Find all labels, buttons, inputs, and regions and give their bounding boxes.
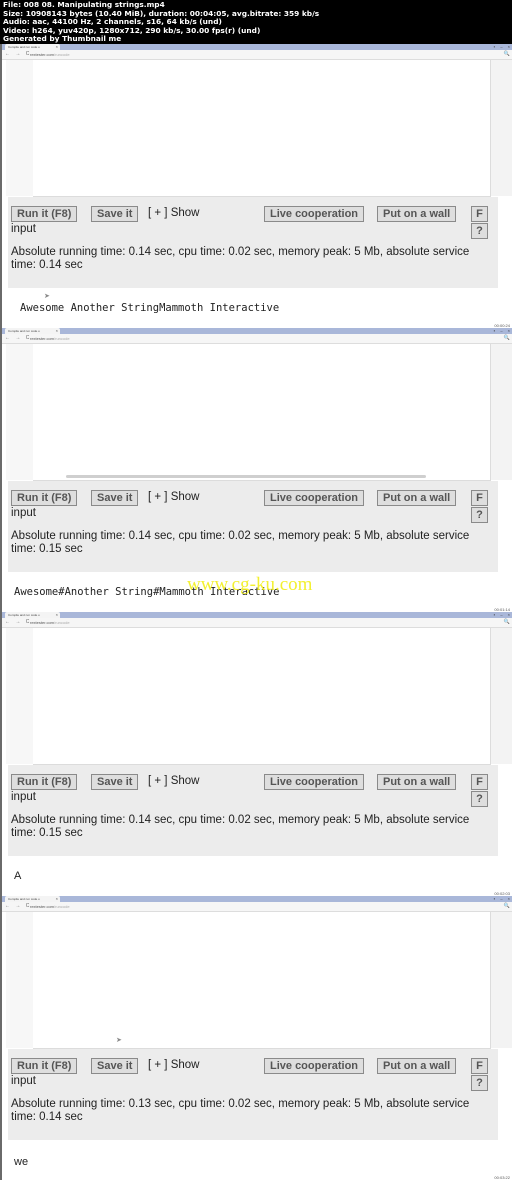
put-on-wall-button[interactable]: Put on a wall <box>377 1058 457 1074</box>
url-host: rextester.com <box>30 52 55 57</box>
code-editor[interactable] <box>33 912 491 1049</box>
url-field[interactable]: rextester.com/runcode <box>30 51 70 58</box>
controls-panel: Run it (F8) Save it [ + ] Show input Liv… <box>8 765 498 856</box>
show-input-link[interactable]: [ + ] Show <box>148 491 199 503</box>
program-output: Awesome Another StringMammoth Interactiv… <box>20 302 280 314</box>
url-field[interactable]: rextester.com/runcode <box>30 335 70 342</box>
address-bar: ← → C rextester.com/runcode 🔍 <box>2 334 512 344</box>
code-editor[interactable] <box>33 344 491 481</box>
live-cooperation-button[interactable]: Live cooperation <box>264 1058 365 1074</box>
url-host: rextester.com <box>30 620 55 625</box>
page-content: Run it (F8) Save it [ + ] Show input Liv… <box>2 344 512 612</box>
video-info-header: File: 008 08. Manipulating strings.mp4 S… <box>0 0 512 44</box>
nav-back-forward-reload-icons[interactable]: ← → C <box>5 50 31 59</box>
put-on-wall-button[interactable]: Put on a wall <box>377 206 457 222</box>
run-stats: Absolute running time: 0.14 sec, cpu tim… <box>11 814 470 839</box>
address-bar: ← → C rextester.com/runcode 🔍 <box>2 50 512 60</box>
right-panel <box>491 60 512 196</box>
nav-back-forward-reload-icons[interactable]: ← → C <box>5 902 31 911</box>
show-input-link-suffix[interactable]: input <box>11 507 36 519</box>
mouse-cursor-icon: ➤ <box>44 293 50 300</box>
nav-back-forward-reload-icons[interactable]: ← → C <box>5 334 31 343</box>
search-icon[interactable]: 🔍 <box>504 902 510 911</box>
tab-title: Compile and run code o <box>8 897 40 901</box>
show-input-link-suffix[interactable]: input <box>11 791 36 803</box>
run-stats: Absolute running time: 0.14 sec, cpu tim… <box>11 246 470 271</box>
mouse-cursor-icon: ➤ <box>116 1037 122 1044</box>
line-number-gutter <box>6 912 34 1048</box>
screenshot-frame-3: Compile and run code o × ▪ – × ← → C rext… <box>0 612 512 896</box>
page-content: Run it (F8) Save it [ + ] Show input Liv… <box>2 628 512 896</box>
generator-line: Generated by Thumbnail me <box>3 34 122 44</box>
show-input-link-suffix[interactable]: input <box>11 1075 36 1087</box>
url-path: /runcode <box>54 904 70 909</box>
fullscreen-button[interactable]: F <box>471 774 488 790</box>
fullscreen-button[interactable]: F <box>471 1058 488 1074</box>
run-stats: Absolute running time: 0.14 sec, cpu tim… <box>11 530 470 555</box>
run-stats: Absolute running time: 0.13 sec, cpu tim… <box>11 1098 470 1123</box>
help-button[interactable]: ? <box>471 507 488 523</box>
search-icon[interactable]: 🔍 <box>504 334 510 343</box>
put-on-wall-button[interactable]: Put on a wall <box>377 490 457 506</box>
fullscreen-button[interactable]: F <box>471 206 488 222</box>
controls-panel: Run it (F8) Save it [ + ] Show input Liv… <box>8 481 498 572</box>
screenshot-frame-4: Compile and run code o × ▪ – × ← → C rext… <box>0 896 512 1180</box>
right-panel <box>491 628 512 764</box>
url-path: /runcode <box>54 336 70 341</box>
url-field[interactable]: rextester.com/runcode <box>30 903 70 910</box>
page-content: Run it (F8) Save it [ + ] Show input Liv… <box>2 60 512 328</box>
save-button[interactable]: Save it <box>91 206 139 222</box>
url-path: /runcode <box>54 620 70 625</box>
help-button[interactable]: ? <box>471 223 488 239</box>
right-panel <box>491 344 512 480</box>
right-panel <box>491 912 512 1048</box>
url-host: rextester.com <box>30 336 55 341</box>
nav-back-forward-reload-icons[interactable]: ← → C <box>5 618 31 627</box>
fullscreen-button[interactable]: F <box>471 490 488 506</box>
save-button[interactable]: Save it <box>91 1058 139 1074</box>
controls-panel: Run it (F8) Save it [ + ] Show input Liv… <box>8 1049 498 1140</box>
put-on-wall-button[interactable]: Put on a wall <box>377 774 457 790</box>
watermark-text: www.cg-ku.com <box>187 574 313 595</box>
live-cooperation-button[interactable]: Live cooperation <box>264 490 365 506</box>
url-path: /runcode <box>54 52 70 57</box>
url-host: rextester.com <box>30 904 55 909</box>
search-icon[interactable]: 🔍 <box>504 618 510 627</box>
live-cooperation-button[interactable]: Live cooperation <box>264 206 365 222</box>
save-button[interactable]: Save it <box>91 774 139 790</box>
program-output: we <box>14 1156 29 1168</box>
frame-timestamp: 00:03:22 <box>494 1175 510 1180</box>
program-output: A <box>14 870 22 882</box>
line-number-gutter <box>6 344 34 480</box>
address-bar: ← → C rextester.com/runcode 🔍 <box>2 618 512 628</box>
screenshot-frame-2: Compile and run code o × ▪ – × ← → C rext… <box>0 328 512 612</box>
run-button[interactable]: Run it (F8) <box>11 206 78 222</box>
code-editor[interactable] <box>33 628 491 765</box>
show-input-link[interactable]: [ + ] Show <box>148 207 199 219</box>
live-cooperation-button[interactable]: Live cooperation <box>264 774 365 790</box>
tab-title: Compile and run code o <box>8 613 40 617</box>
controls-panel: Run it (F8) Save it [ + ] Show input Liv… <box>8 197 498 288</box>
horizontal-scrollbar[interactable] <box>66 475 426 478</box>
page-content: ➤ Run it (F8) Save it [ + ] Show input L… <box>2 912 512 1180</box>
show-input-link-suffix[interactable]: input <box>11 223 36 235</box>
run-button[interactable]: Run it (F8) <box>11 1058 78 1074</box>
run-button[interactable]: Run it (F8) <box>11 490 78 506</box>
line-number-gutter <box>6 628 34 764</box>
line-number-gutter <box>6 60 34 196</box>
tab-title: Compile and run code o <box>8 45 40 49</box>
url-field[interactable]: rextester.com/runcode <box>30 619 70 626</box>
show-input-link[interactable]: [ + ] Show <box>148 1059 199 1071</box>
run-button[interactable]: Run it (F8) <box>11 774 78 790</box>
save-button[interactable]: Save it <box>91 490 139 506</box>
tab-title: Compile and run code o <box>8 329 40 333</box>
help-button[interactable]: ? <box>471 791 488 807</box>
search-icon[interactable]: 🔍 <box>504 50 510 59</box>
code-editor[interactable] <box>33 60 491 197</box>
address-bar: ← → C rextester.com/runcode 🔍 <box>2 902 512 912</box>
help-button[interactable]: ? <box>471 1075 488 1091</box>
show-input-link[interactable]: [ + ] Show <box>148 775 199 787</box>
screenshot-frame-1: Compile and run code o × ▪ – × ← → C rext… <box>0 44 512 328</box>
